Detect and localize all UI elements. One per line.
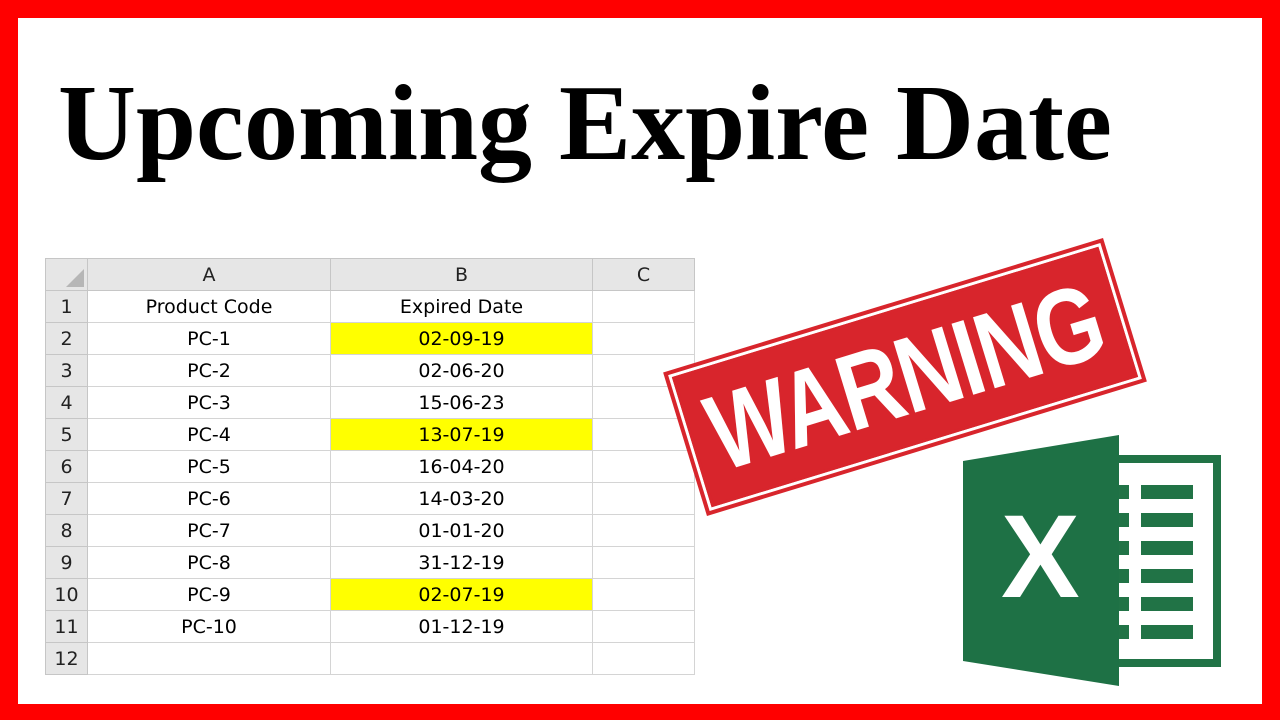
table-row: 7 PC-6 14-03-20	[45, 482, 695, 515]
product-code-cell[interactable]: PC-2	[87, 354, 331, 387]
product-code-cell[interactable]: PC-8	[87, 546, 331, 579]
empty-cell[interactable]	[592, 610, 695, 643]
row-number[interactable]: 4	[45, 386, 88, 419]
empty-cell[interactable]	[592, 322, 695, 355]
column-header-c[interactable]: C	[592, 258, 695, 291]
product-code-cell[interactable]: PC-5	[87, 450, 331, 483]
expired-date-cell[interactable]: 16-04-20	[330, 450, 593, 483]
row-number[interactable]: 9	[45, 546, 88, 579]
expired-date-cell[interactable]: 02-06-20	[330, 354, 593, 387]
expired-date-cell[interactable]: 14-03-20	[330, 482, 593, 515]
header-cell-c[interactable]	[592, 290, 695, 323]
table-row: 2 PC-1 02-09-19	[45, 322, 695, 355]
expired-date-cell[interactable]: 15-06-23	[330, 386, 593, 419]
column-header-b[interactable]: B	[330, 258, 593, 291]
select-all-corner[interactable]	[45, 258, 88, 291]
expired-date-cell[interactable]: 02-09-19	[330, 322, 593, 355]
empty-cell[interactable]	[592, 450, 695, 483]
product-code-cell[interactable]: PC-9	[87, 578, 331, 611]
empty-cell[interactable]	[592, 546, 695, 579]
row-number[interactable]: 3	[45, 354, 88, 387]
spreadsheet-grid: A B C 1 Product Code Expired Date 2 PC-1…	[45, 258, 695, 675]
table-row: 10 PC-9 02-07-19	[45, 578, 695, 611]
row-number[interactable]: 10	[45, 578, 88, 611]
product-code-cell[interactable]: PC-6	[87, 482, 331, 515]
row-number[interactable]: 2	[45, 322, 88, 355]
expired-date-cell[interactable]: 02-07-19	[330, 578, 593, 611]
empty-cell[interactable]	[592, 578, 695, 611]
product-code-cell[interactable]: PC-7	[87, 514, 331, 547]
table-header-row: 1 Product Code Expired Date	[45, 290, 695, 323]
column-header-a[interactable]: A	[87, 258, 331, 291]
row-number[interactable]: 12	[45, 642, 88, 675]
header-cell-product-code[interactable]: Product Code	[87, 290, 331, 323]
table-row: 3 PC-2 02-06-20	[45, 354, 695, 387]
table-row: 9 PC-8 31-12-19	[45, 546, 695, 579]
expired-date-cell[interactable]: 01-12-19	[330, 610, 593, 643]
row-number[interactable]: 7	[45, 482, 88, 515]
column-header-row: A B C	[45, 258, 695, 291]
table-row: 11 PC-10 01-12-19	[45, 610, 695, 643]
row-number[interactable]: 5	[45, 418, 88, 451]
empty-cell[interactable]	[592, 514, 695, 547]
row-number[interactable]: 8	[45, 514, 88, 547]
row-number[interactable]: 11	[45, 610, 88, 643]
expired-date-cell[interactable]: 13-07-19	[330, 418, 593, 451]
excel-logo-letter: X	[1001, 491, 1080, 623]
empty-cell[interactable]	[592, 418, 695, 451]
table-row: 4 PC-3 15-06-23	[45, 386, 695, 419]
empty-cell[interactable]	[592, 482, 695, 515]
product-code-cell[interactable]: PC-3	[87, 386, 331, 419]
expired-date-cell[interactable]: 31-12-19	[330, 546, 593, 579]
empty-cell[interactable]	[592, 642, 695, 675]
row-number[interactable]: 6	[45, 450, 88, 483]
page-title: Upcoming Expire Date	[58, 64, 1112, 183]
header-cell-expired-date[interactable]: Expired Date	[330, 290, 593, 323]
product-code-cell[interactable]: PC-1	[87, 322, 331, 355]
table-row: 6 PC-5 16-04-20	[45, 450, 695, 483]
row-number[interactable]: 1	[45, 290, 88, 323]
thumbnail-canvas: Upcoming Expire Date A B C 1 Product Cod…	[18, 18, 1262, 704]
expired-date-cell[interactable]	[330, 642, 593, 675]
select-all-icon	[66, 269, 84, 287]
product-code-cell[interactable]	[87, 642, 331, 675]
product-code-cell[interactable]: PC-4	[87, 418, 331, 451]
expired-date-cell[interactable]: 01-01-20	[330, 514, 593, 547]
product-code-cell[interactable]: PC-10	[87, 610, 331, 643]
table-row: 12	[45, 642, 695, 675]
table-row: 5 PC-4 13-07-19	[45, 418, 695, 451]
table-row: 8 PC-7 01-01-20	[45, 514, 695, 547]
